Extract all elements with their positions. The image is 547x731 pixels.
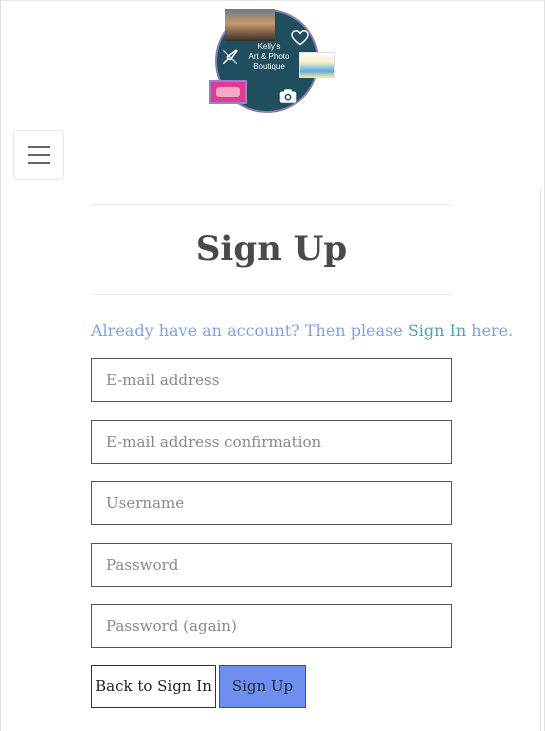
logo-text: Kelly's Art & Photo Boutique <box>239 42 299 72</box>
password-field[interactable] <box>91 543 452 587</box>
signin-prompt: Already have an account? Then please Sig… <box>91 320 513 342</box>
logo-art-photo <box>209 80 247 104</box>
camera-icon <box>279 89 297 103</box>
site-logo[interactable]: Kelly's Art & Photo Boutique <box>205 6 340 116</box>
email-field[interactable] <box>91 358 452 402</box>
email-confirm-field[interactable] <box>91 420 452 464</box>
page-title: Sign Up <box>195 229 348 269</box>
logo-beach-photo <box>299 52 335 78</box>
logo-text-line3: Boutique <box>253 62 285 71</box>
menu-toggle-button[interactable] <box>13 130 64 180</box>
title-rule-bottom <box>91 294 452 295</box>
logo-text-line1: Kelly's <box>257 42 281 51</box>
hamburger-icon-bar-bottom <box>28 162 50 164</box>
back-to-signin-button[interactable]: Back to Sign In <box>91 665 216 708</box>
signup-submit-button[interactable]: Sign Up <box>219 665 306 708</box>
paintbrush-icon <box>222 49 238 65</box>
hamburger-icon-bar-top <box>28 146 50 148</box>
username-field[interactable] <box>91 481 452 525</box>
signin-prompt-prefix: Already have an account? Then please <box>91 321 408 340</box>
title-rule-top <box>91 204 452 205</box>
signin-prompt-suffix: here. <box>466 321 514 340</box>
signin-link[interactable]: Sign In <box>408 321 466 340</box>
logo-sunset-photo <box>225 9 275 41</box>
logo-text-line2: Art & Photo <box>248 52 290 61</box>
content-divider <box>540 188 541 731</box>
hamburger-icon-bar-middle <box>28 154 50 156</box>
password-again-field[interactable] <box>91 604 452 648</box>
